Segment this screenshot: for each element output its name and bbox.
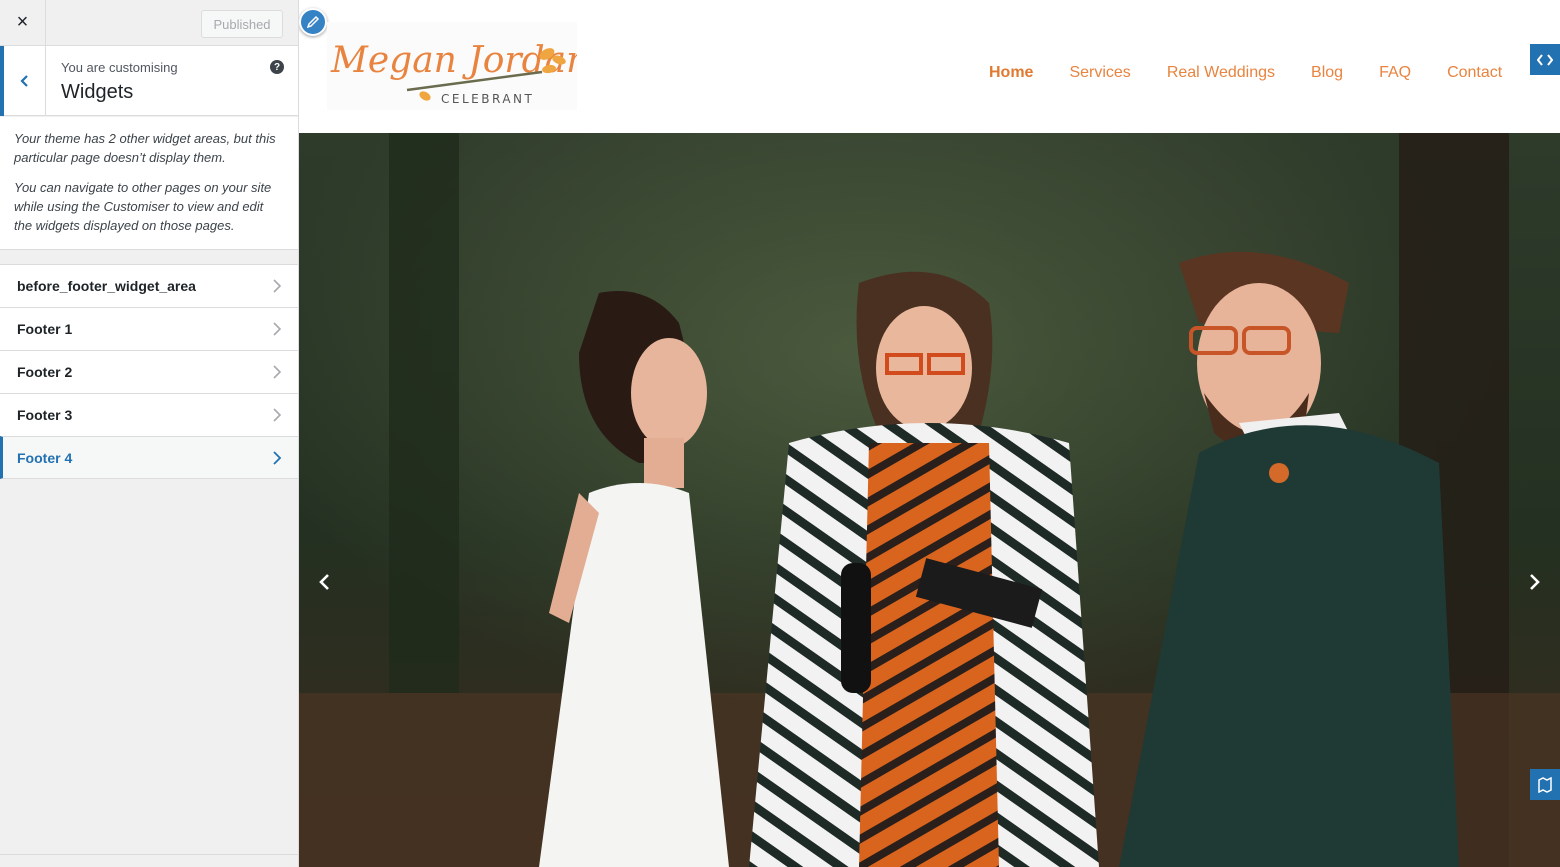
nav-home[interactable]: Home bbox=[989, 64, 1033, 82]
pencil-icon bbox=[306, 15, 320, 29]
nav-services[interactable]: Services bbox=[1069, 64, 1130, 82]
sidebar-footer bbox=[0, 854, 298, 867]
publish-button[interactable]: Published bbox=[201, 10, 283, 38]
widget-areas-notice: Your theme has 2 other widget areas, but… bbox=[0, 117, 298, 250]
nav-contact[interactable]: Contact bbox=[1447, 64, 1502, 82]
widget-area-label: Footer 4 bbox=[17, 449, 73, 466]
widget-area-before-footer[interactable]: before_footer_widget_area bbox=[0, 264, 298, 307]
widget-area-label: Footer 3 bbox=[17, 407, 73, 423]
chevron-right-icon bbox=[273, 408, 282, 422]
widget-area-label: Footer 1 bbox=[17, 321, 73, 337]
chevron-right-icon bbox=[273, 365, 282, 379]
logo-subtitle: CELEBRANT bbox=[441, 92, 534, 106]
widget-area-label: before_footer_widget_area bbox=[17, 278, 196, 294]
customizer-header: × Published bbox=[0, 0, 298, 46]
notice-text-1: Your theme has 2 other widget areas, but… bbox=[14, 131, 276, 165]
chevron-right-icon bbox=[273, 322, 282, 336]
nav-faq[interactable]: FAQ bbox=[1379, 64, 1411, 82]
site-header: Megan Jordan CELEBRANT Home Services Rea… bbox=[299, 0, 1560, 133]
edit-shortcut-pencil-icon[interactable] bbox=[299, 8, 327, 36]
help-icon[interactable]: ? bbox=[270, 60, 284, 74]
slider-next-arrow-icon[interactable] bbox=[1522, 570, 1546, 594]
widget-area-list: before_footer_widget_area Footer 1 Foote… bbox=[0, 264, 298, 479]
widget-area-label: Footer 2 bbox=[17, 364, 73, 380]
hero-slider bbox=[299, 133, 1560, 867]
code-toggle-icon[interactable] bbox=[1530, 44, 1560, 75]
main-navigation: Home Services Real Weddings Blog FAQ Con… bbox=[989, 64, 1502, 82]
chevron-left-icon bbox=[19, 75, 28, 87]
map-toggle-icon[interactable] bbox=[1530, 769, 1560, 800]
chevron-right-icon bbox=[273, 279, 282, 293]
site-preview: Megan Jordan CELEBRANT Home Services Rea… bbox=[299, 0, 1560, 867]
close-customizer-button[interactable]: × bbox=[0, 0, 46, 45]
widget-area-footer-1[interactable]: Footer 1 bbox=[0, 307, 298, 350]
section-title: Widgets bbox=[61, 81, 134, 103]
nav-blog[interactable]: Blog bbox=[1311, 64, 1343, 82]
widget-area-footer-3[interactable]: Footer 3 bbox=[0, 393, 298, 436]
logo-name: Megan Jordan bbox=[330, 40, 577, 81]
notice-text-2: You can navigate to other pages on your … bbox=[14, 180, 272, 233]
widget-area-footer-4[interactable]: Footer 4 bbox=[0, 436, 298, 479]
customizer-sidebar: × Published You are customising Widgets … bbox=[0, 0, 299, 867]
back-button[interactable] bbox=[0, 46, 46, 116]
site-logo[interactable]: Megan Jordan CELEBRANT bbox=[327, 22, 589, 110]
widget-area-footer-2[interactable]: Footer 2 bbox=[0, 350, 298, 393]
chevron-right-icon bbox=[273, 451, 282, 465]
logo-image: Megan Jordan CELEBRANT bbox=[327, 22, 589, 110]
nav-real-weddings[interactable]: Real Weddings bbox=[1167, 64, 1275, 82]
section-header: You are customising Widgets ? bbox=[0, 46, 298, 116]
customising-label: You are customising bbox=[61, 60, 178, 75]
hero-image bbox=[299, 133, 1560, 867]
slider-prev-arrow-icon[interactable] bbox=[313, 570, 337, 594]
